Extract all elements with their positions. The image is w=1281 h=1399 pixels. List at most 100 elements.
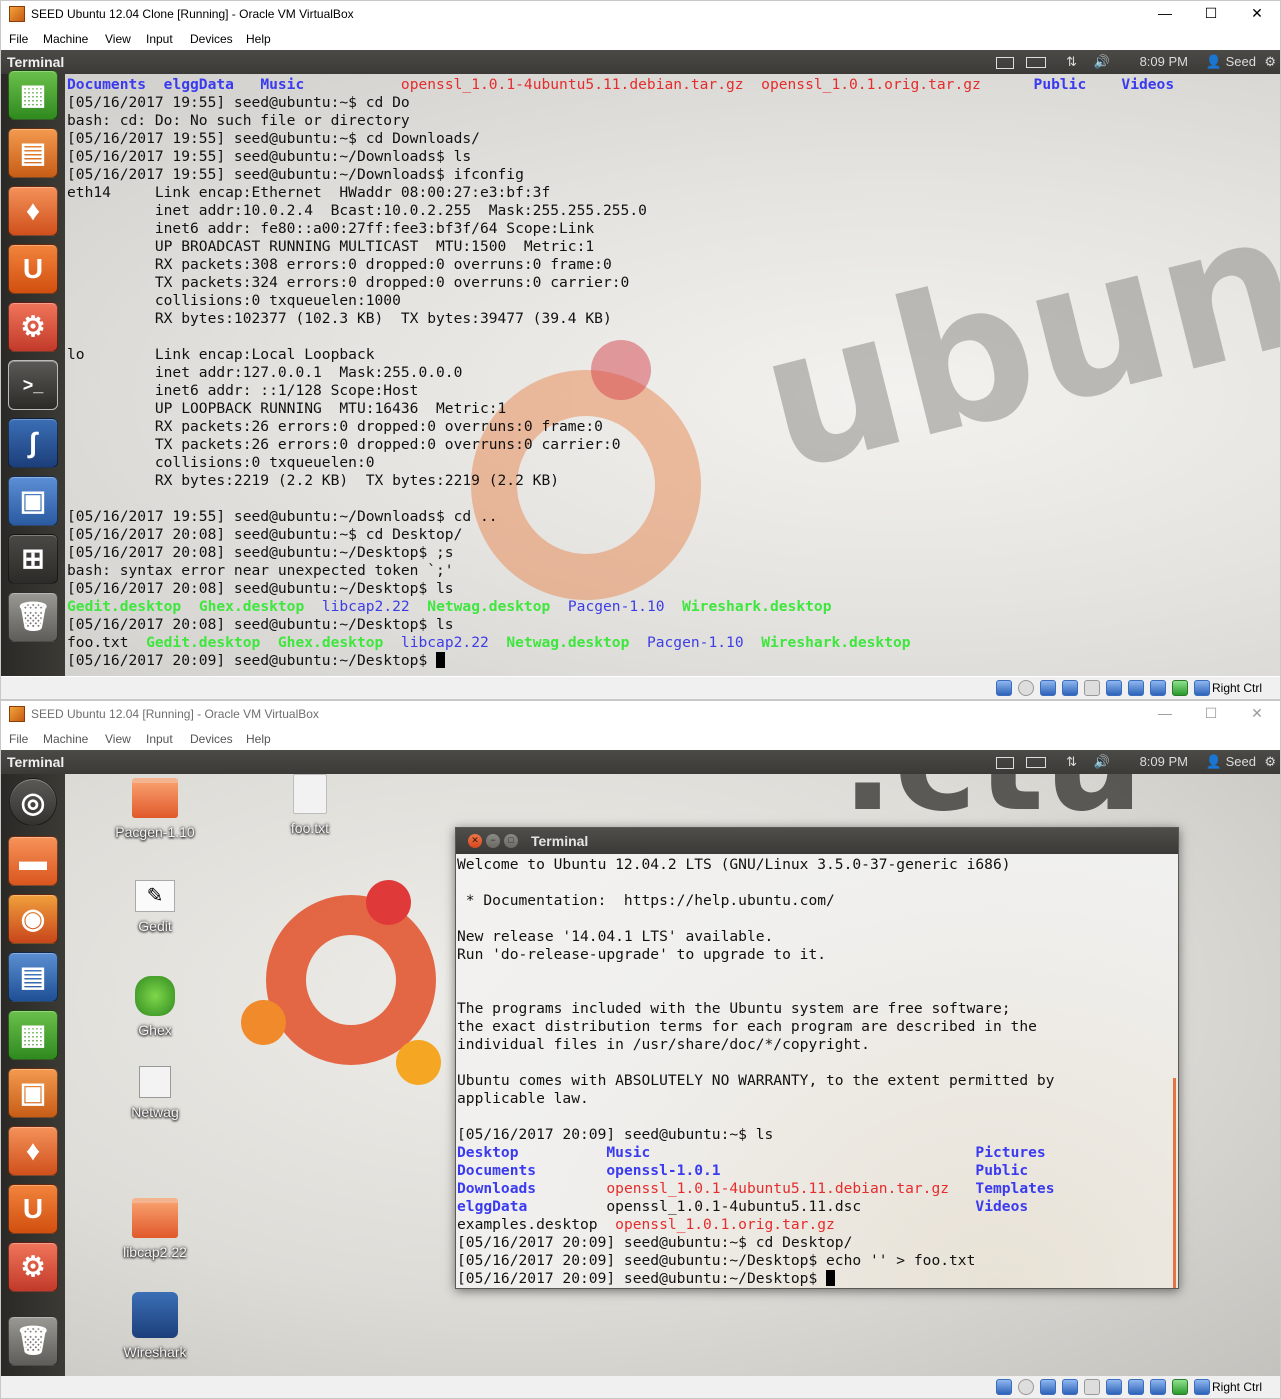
menu-help[interactable]: Help (246, 732, 271, 746)
terminal-titlebar[interactable]: ✕ − □ Terminal (456, 828, 1178, 854)
user-menu[interactable]: 👤 Seed (1206, 54, 1256, 70)
desktop-icon-foo-txt[interactable]: foo.txt (260, 774, 360, 836)
menu-file[interactable]: File (9, 732, 28, 746)
screenshot-icon[interactable]: ▣ (8, 476, 58, 526)
maximize-button[interactable]: ☐ (1188, 1, 1234, 27)
guest-screen[interactable]: ubun Terminal ⇅ 🔊 8:09 PM 👤 Seed ⚙ ▦ ▤ ♦… (1, 50, 1280, 676)
network-icon[interactable]: ⇅ (1066, 754, 1077, 770)
optical-drive-icon[interactable] (1018, 1379, 1034, 1395)
dash-home-icon[interactable]: ◎ (9, 778, 57, 826)
software-center-icon[interactable]: ♦ (8, 1126, 58, 1176)
software-center-icon[interactable]: ♦ (8, 186, 58, 236)
network-icon[interactable]: ⇅ (1066, 54, 1077, 70)
hard-disk-icon[interactable] (996, 1379, 1012, 1395)
desktop-icon-pacgen[interactable]: Pacgen-1.10 (105, 778, 205, 840)
terminal-icon[interactable]: >_ (8, 360, 58, 410)
terminal-scrollbar[interactable] (1173, 1078, 1176, 1288)
clock[interactable]: 8:09 PM (1140, 754, 1188, 769)
volume-icon[interactable]: 🔊 (1094, 754, 1110, 770)
menu-input[interactable]: Input (146, 32, 173, 46)
terminal-output[interactable]: Welcome to Ubuntu 12.04.2 LTS (GNU/Linux… (457, 856, 1054, 1288)
terminal-segment (861, 1198, 975, 1215)
keyboard-capture-icon[interactable] (1194, 680, 1210, 696)
maximize-icon[interactable]: □ (504, 834, 518, 848)
usb-icon[interactable] (1040, 1379, 1056, 1395)
workspace-switcher-icon[interactable]: ⊞ (8, 534, 58, 584)
usb-icon[interactable] (1040, 680, 1056, 696)
libreoffice-impress-icon[interactable]: ▤ (8, 128, 58, 178)
system-settings-icon[interactable]: ⚙ (8, 1242, 58, 1292)
minimize-icon[interactable]: − (486, 834, 500, 848)
ubuntu-one-icon[interactable]: U (8, 1184, 58, 1234)
desktop-icon-wireshark[interactable]: Wireshark (105, 1292, 205, 1360)
network-adapter-icon[interactable] (1106, 680, 1122, 696)
menu-help[interactable]: Help (246, 32, 271, 46)
terminal-cursor (436, 652, 446, 668)
desktop-icon-label: Gedit (138, 918, 172, 934)
keyboard-capture-icon[interactable] (1194, 1379, 1210, 1395)
libreoffice-writer-icon[interactable]: ▤ (8, 952, 58, 1002)
minimize-button[interactable]: — (1142, 1, 1188, 27)
window-titlebar[interactable]: SEED Ubuntu 12.04 [Running] - Oracle VM … (1, 701, 1280, 727)
libreoffice-calc-icon[interactable]: ▦ (8, 1010, 58, 1060)
files-icon[interactable]: ▬ (8, 836, 58, 886)
video-capture-icon[interactable] (1128, 680, 1144, 696)
maximize-button[interactable]: ☐ (1188, 701, 1234, 727)
menu-machine[interactable]: Machine (43, 732, 88, 746)
user-menu[interactable]: 👤 Seed (1206, 754, 1256, 770)
terminal-segment (304, 598, 322, 615)
mouse-integration-icon[interactable] (1172, 1379, 1188, 1395)
hard-disk-icon[interactable] (996, 680, 1012, 696)
menu-input[interactable]: Input (146, 732, 173, 746)
shared-folders-icon[interactable] (1062, 1379, 1078, 1395)
menu-file[interactable]: File (9, 32, 28, 46)
wireshark-icon[interactable]: ∫ (8, 418, 58, 468)
ubuntu-one-icon[interactable]: U (8, 244, 58, 294)
clock[interactable]: 8:09 PM (1140, 54, 1188, 69)
gear-icon[interactable]: ⚙ (1264, 54, 1276, 70)
mail-icon[interactable] (996, 57, 1014, 69)
trash-icon[interactable]: 🗑 (8, 592, 58, 642)
display-icon[interactable] (1084, 1379, 1100, 1395)
cpu-icon[interactable] (1150, 680, 1166, 696)
desktop-icon-netwag[interactable]: Netwag (105, 1066, 205, 1120)
menu-view[interactable]: View (105, 32, 131, 46)
terminal-segment: [05/16/2017 19:55] seed@ubuntu:~$ cd Do (67, 94, 410, 111)
desktop-icon-libcap[interactable]: libcap2.22 (105, 1198, 205, 1260)
mouse-integration-icon[interactable] (1172, 680, 1188, 696)
close-button[interactable]: ✕ (1234, 701, 1280, 727)
menu-machine[interactable]: Machine (43, 32, 88, 46)
menu-view[interactable]: View (105, 732, 131, 746)
terminal-window[interactable]: ✕ − □ Terminal Welcome to Ubuntu 12.04.2… (455, 827, 1179, 1289)
terminal-segment: The programs included with the Ubuntu sy… (457, 1000, 1011, 1017)
libreoffice-calc-icon[interactable]: ▦ (8, 70, 58, 120)
video-capture-icon[interactable] (1128, 1379, 1144, 1395)
libreoffice-impress-icon[interactable]: ▣ (8, 1068, 58, 1118)
network-adapter-icon[interactable] (1106, 1379, 1122, 1395)
cpu-icon[interactable] (1150, 1379, 1166, 1395)
desktop-icon-gedit[interactable]: ✎ Gedit (105, 880, 205, 934)
gear-icon[interactable]: ⚙ (1264, 754, 1276, 770)
optical-drive-icon[interactable] (1018, 680, 1034, 696)
trash-icon[interactable]: 🗑 (8, 1316, 58, 1366)
firefox-icon[interactable]: ◉ (8, 894, 58, 944)
menu-devices[interactable]: Devices (190, 32, 233, 46)
menu-devices[interactable]: Devices (190, 732, 233, 746)
battery-icon[interactable] (1026, 57, 1046, 68)
mail-icon[interactable] (996, 757, 1014, 769)
terminal-line: UP LOOPBACK RUNNING MTU:16436 Metric:1 (67, 400, 1174, 418)
battery-icon[interactable] (1026, 757, 1046, 768)
window-titlebar[interactable]: SEED Ubuntu 12.04 Clone [Running] - Orac… (1, 1, 1280, 27)
terminal-line: TX packets:26 errors:0 dropped:0 overrun… (67, 436, 1174, 454)
display-icon[interactable] (1084, 680, 1100, 696)
system-settings-icon[interactable]: ⚙ (8, 302, 58, 352)
volume-icon[interactable]: 🔊 (1094, 54, 1110, 70)
minimize-button[interactable]: — (1142, 701, 1188, 727)
terminal-output[interactable]: Documents elggData Music openssl_1.0.1-4… (67, 76, 1174, 670)
close-button[interactable]: ✕ (1234, 1, 1280, 27)
desktop-icon-ghex[interactable]: Ghex (105, 976, 205, 1038)
close-icon[interactable]: ✕ (468, 834, 482, 848)
shared-folders-icon[interactable] (1062, 680, 1078, 696)
guest-screen[interactable]: .ctu Terminal ⇅ 🔊 8:09 PM 👤 Seed ⚙ ◎ ▬ ◉… (1, 750, 1280, 1376)
